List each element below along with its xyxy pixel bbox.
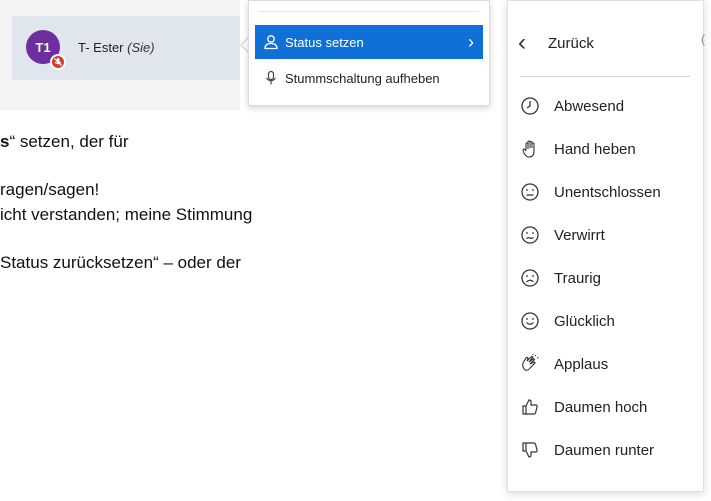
doc-line-1: s“ setzen, der für	[0, 132, 129, 152]
doc-line-3: icht verstanden; meine Stimmung	[0, 205, 253, 224]
microphone-icon	[263, 70, 285, 86]
status-submenu: ‹ Zurück Abwesend Hand heben Unentschlos…	[507, 0, 704, 492]
user-icon	[263, 34, 285, 50]
thumbs-up-icon	[518, 397, 554, 417]
back-label: Zurück	[548, 34, 594, 52]
divider	[520, 76, 690, 77]
clapping-hands-icon	[518, 354, 554, 374]
sad-face-icon	[518, 268, 554, 288]
back-button[interactable]: ‹ Zurück	[518, 23, 693, 63]
status-label: Hand heben	[554, 140, 636, 158]
participant-self-tag: (Sie)	[127, 40, 155, 55]
status-label: Daumen hoch	[554, 398, 648, 416]
menu-item-status-setzen[interactable]: Status setzen ›	[255, 25, 483, 59]
menu-item-unmute[interactable]: Stummschaltung aufheben	[255, 61, 483, 95]
muted-badge-icon	[50, 54, 66, 70]
participant-list: T1 T- Ester (Sie)	[0, 0, 240, 110]
participant-row-self[interactable]: T1 T- Ester (Sie)	[12, 16, 240, 80]
chevron-right-icon: ›	[468, 31, 474, 52]
status-label: Daumen runter	[554, 441, 655, 459]
status-unentschlossen[interactable]: Unentschlossen	[518, 175, 703, 209]
thumbs-down-icon	[518, 440, 554, 460]
microphone-off-icon	[54, 58, 62, 66]
status-label: Verwirrt	[554, 226, 605, 244]
clock-icon	[518, 96, 554, 116]
confused-face-icon	[518, 225, 554, 245]
neutral-face-icon	[518, 182, 554, 202]
chevron-left-icon: ‹	[518, 29, 526, 56]
participant-name-text: T- Ester	[78, 40, 124, 55]
status-traurig[interactable]: Traurig	[518, 261, 703, 295]
status-label: Unentschlossen	[554, 183, 661, 201]
happy-face-icon	[518, 311, 554, 331]
status-label: Glücklich	[554, 312, 615, 330]
status-daumen-hoch[interactable]: Daumen hoch	[518, 390, 703, 424]
status-verwirrt[interactable]: Verwirrt	[518, 218, 703, 252]
status-applaus[interactable]: Applaus	[518, 347, 703, 381]
status-label: Traurig	[554, 269, 601, 287]
status-gluecklich[interactable]: Glücklich	[518, 304, 703, 338]
menu-top-divider	[259, 1, 479, 12]
doc-line-4: Status zurücksetzen“ – oder der	[0, 253, 241, 272]
status-label: Abwesend	[554, 97, 625, 115]
menu-item-label: Stummschaltung aufheben	[285, 70, 440, 86]
hand-icon	[518, 139, 554, 159]
participant-name: T- Ester (Sie)	[78, 40, 155, 55]
status-daumen-runter[interactable]: Daumen runter	[518, 433, 703, 467]
menu-item-label: Status setzen	[285, 34, 364, 50]
status-abwesend[interactable]: Abwesend	[518, 89, 703, 123]
status-label: Applaus	[554, 355, 609, 373]
doc-line-2: ragen/sagen!	[0, 180, 100, 199]
participant-context-menu: Status setzen › Stummschaltung aufheben	[248, 0, 490, 106]
edge-glyph: (	[701, 32, 705, 46]
status-hand-heben[interactable]: Hand heben	[518, 132, 703, 166]
doc-line-1-text: “ setzen, der für	[9, 132, 129, 151]
